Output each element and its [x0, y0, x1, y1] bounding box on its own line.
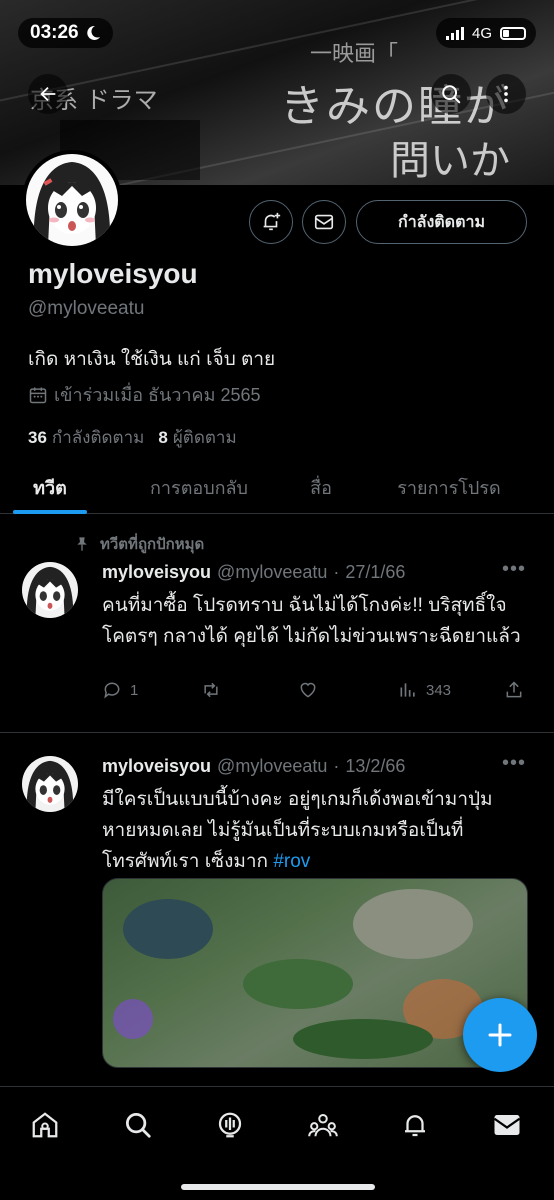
- nav-spaces[interactable]: [210, 1105, 250, 1145]
- bottom-navigation: [0, 1086, 554, 1200]
- reply-button[interactable]: 1: [102, 680, 138, 700]
- tweet-date[interactable]: 13/2/66: [345, 756, 405, 777]
- notifications-icon: [405, 1115, 425, 1137]
- back-arrow-icon: [40, 86, 56, 102]
- tweet-more-button[interactable]: •••: [502, 752, 526, 775]
- profile-handle: @myloveeatu: [28, 298, 145, 319]
- home-indicator: [181, 1184, 375, 1190]
- search-icon: [442, 85, 461, 104]
- joined-text: เข้าร่วมเมื่อ ธันวาคม 2565: [54, 385, 261, 405]
- followers-count-link[interactable]: 8 ผู้ติดตาม: [158, 424, 236, 451]
- reply-count: 1: [130, 681, 139, 699]
- more-options-button[interactable]: [486, 74, 526, 114]
- pinned-tweet-label: ทวีตที่ถูกปักหมุด: [74, 532, 204, 556]
- message-button[interactable]: [302, 200, 346, 244]
- plus-icon: [488, 1023, 512, 1047]
- tweet-more-button[interactable]: •••: [502, 558, 526, 581]
- hashtag-link[interactable]: #rov: [273, 851, 310, 872]
- tab-likes[interactable]: รายการโปรด: [344, 460, 554, 514]
- anime-girl-avatar-icon: [22, 562, 78, 618]
- moon-icon: [86, 25, 100, 40]
- spaces-icon: [218, 1112, 242, 1138]
- anime-girl-avatar-icon: [26, 154, 118, 246]
- nav-messages[interactable]: [487, 1105, 527, 1145]
- following-count-link[interactable]: 36 กำลังติดตาม: [28, 424, 144, 451]
- profile-bio: เกิด หาเงิน ใช้เงิน แก่ เจ็บ ตาย: [28, 349, 276, 370]
- tweet-text: มีใครเป็นแบบนี้บ้างคะ อยู่ๆเกมก็เด้งพอเข…: [102, 789, 493, 872]
- search-button[interactable]: [431, 74, 471, 114]
- tweet-dot: ·: [333, 562, 340, 582]
- profile-avatar[interactable]: [22, 150, 122, 250]
- tweet-avatar[interactable]: [22, 756, 78, 812]
- profile-tabs: ทวีต การตอบกลับ สื่อ รายการโปรด: [0, 460, 554, 514]
- status-time-pill: 03:26: [18, 18, 113, 48]
- anime-girl-avatar-icon: [22, 756, 78, 812]
- views-chart-icon: [400, 683, 415, 697]
- banner-decoration: きみの瞳が: [280, 81, 510, 132]
- nav-communities[interactable]: [303, 1105, 343, 1145]
- compose-tweet-button[interactable]: [463, 998, 537, 1072]
- tweet-header: myloveisyou @myloveeatu · 13/2/66: [102, 756, 405, 777]
- tweet-text: คนที่มาซื้อ โปรดทราบ ฉันไม่ได้โกงค่ะ!! บ…: [102, 595, 521, 647]
- more-icon: [504, 85, 508, 103]
- home-icon: [32, 1112, 58, 1138]
- tweet-header: myloveisyou @myloveeatu · 27/1/66: [102, 562, 405, 583]
- tab-tweets[interactable]: ทวีต: [0, 460, 100, 514]
- views-button[interactable]: 343: [398, 680, 451, 700]
- tweet-actions: 1 343: [102, 680, 532, 710]
- nav-search[interactable]: [118, 1105, 158, 1145]
- pin-icon: [77, 537, 87, 551]
- follow-counts: 36 กำลังติดตาม 8 ผู้ติดตาม: [28, 424, 237, 451]
- messages-icon: [493, 1115, 521, 1135]
- calendar-icon: [29, 387, 47, 403]
- share-icon: [506, 681, 522, 698]
- tweet-author-handle: @myloveeatu: [217, 562, 328, 582]
- tweet-author-name[interactable]: myloveisyou: [102, 562, 211, 583]
- tweet-date[interactable]: 27/1/66: [345, 562, 405, 583]
- like-button[interactable]: [298, 680, 318, 700]
- signal-icon: [445, 26, 464, 40]
- tweet-author-handle: @myloveeatu: [217, 756, 328, 776]
- tweet-dot: ·: [333, 756, 340, 776]
- tab-media[interactable]: สื่อ: [298, 460, 344, 514]
- status-indicators: 4G: [435, 18, 536, 48]
- joined-date: เข้าร่วมเมื่อ ธันวาคม 2565: [28, 380, 261, 409]
- retweet-button[interactable]: [200, 680, 222, 700]
- following-button[interactable]: กำลังติดตาม: [356, 200, 527, 244]
- network-type: 4G: [471, 24, 492, 42]
- nav-home[interactable]: [25, 1105, 65, 1145]
- communities-icon: [308, 1114, 338, 1137]
- heart-icon: [300, 682, 316, 698]
- tweet-author-name[interactable]: myloveisyou: [102, 756, 211, 777]
- tweet-avatar[interactable]: [22, 562, 78, 618]
- back-button[interactable]: [28, 74, 68, 114]
- bell-plus-icon: [263, 212, 281, 231]
- views-count: 343: [426, 681, 452, 699]
- status-time: 03:26: [30, 22, 79, 43]
- envelope-icon: [314, 214, 334, 230]
- battery-icon: [500, 26, 526, 40]
- share-button[interactable]: [504, 680, 524, 700]
- reply-icon: [104, 682, 120, 699]
- display-name: myloveisyou: [28, 258, 198, 289]
- banner-decoration: 問いか: [390, 138, 510, 184]
- notification-subscribe-button[interactable]: [249, 200, 293, 244]
- status-bar: 03:26 4G: [0, 14, 554, 50]
- search-icon: [126, 1113, 151, 1138]
- nav-notifications[interactable]: [395, 1105, 435, 1145]
- retweet-icon: [204, 682, 218, 698]
- tab-replies[interactable]: การตอบกลับ: [100, 460, 298, 514]
- tweet-divider: [0, 732, 554, 733]
